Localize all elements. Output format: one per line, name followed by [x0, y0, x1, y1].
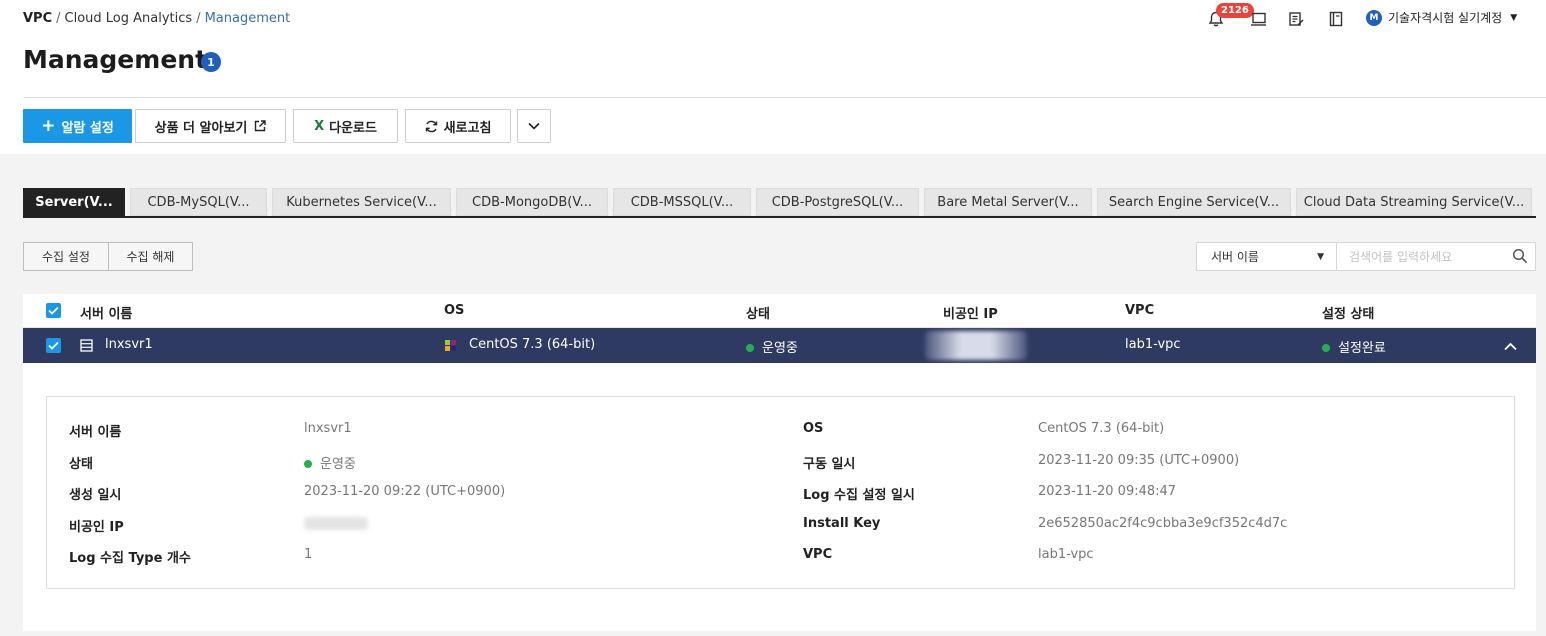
detail-label-log-setting-at: Log 수집 설정 일시	[803, 488, 915, 503]
info-badge[interactable]: 1	[201, 52, 221, 72]
tab-cloud-data-streaming-service[interactable]: Cloud Data Streaming Service(V...	[1296, 188, 1532, 216]
status-dot	[746, 343, 754, 352]
centos-icon	[444, 339, 457, 356]
detail-value-started-at: 2023-11-20 09:35 (UTC+0900)	[1038, 453, 1240, 468]
refresh-button[interactable]: 새로고침	[405, 109, 511, 143]
search-field-select[interactable]: 서버 이름 ▼	[1196, 242, 1337, 271]
detail-label-started-at: 구동 일시	[803, 457, 856, 472]
collect-set-button[interactable]: 수집 설정	[23, 242, 109, 271]
detail-value-private-ip-redacted	[304, 517, 368, 530]
header-divider	[23, 97, 1546, 98]
caret-down-icon: ▼	[1510, 12, 1518, 23]
table-row[interactable]: lnxsvr1 CentOS 7.3 (64-bit) 운영중 lab1-vpc…	[23, 328, 1536, 363]
guide-button[interactable]	[1325, 8, 1347, 30]
row-status: 운영중	[746, 337, 798, 356]
tab-cdb-mysql[interactable]: CDB-MySQL(V...	[130, 188, 267, 216]
detail-value-log-setting-at: 2023-11-20 09:48:47	[1038, 484, 1177, 499]
column-setting-status[interactable]: 설정 상태	[1322, 303, 1374, 322]
row-vpc: lab1-vpc	[1125, 337, 1181, 352]
detail-value-status: 운영중	[304, 453, 356, 472]
row-os: CentOS 7.3 (64-bit)	[469, 337, 596, 352]
caret-down-icon: ▼	[1317, 251, 1324, 262]
plus-icon: +	[41, 115, 56, 136]
detail-value-vpc: lab1-vpc	[1038, 547, 1094, 562]
tab-cdb-mongodb[interactable]: CDB-MongoDB(V...	[456, 188, 608, 216]
status-dot	[304, 459, 312, 468]
excel-icon: X	[314, 118, 325, 134]
alarm-setting-button[interactable]: + 알람 설정	[23, 109, 132, 143]
account-name: 기술자격시험 실기계정	[1388, 11, 1503, 25]
detail-label-created-at: 생성 일시	[69, 488, 122, 503]
column-vpc[interactable]: VPC	[1125, 303, 1154, 318]
learn-more-button[interactable]: 상품 더 알아보기	[135, 109, 286, 143]
detail-label-os: OS	[803, 421, 824, 436]
search-input[interactable]	[1337, 242, 1536, 271]
tab-server[interactable]: Server(V...	[23, 188, 125, 216]
tab-kubernetes-service[interactable]: Kubernetes Service(V...	[272, 188, 451, 216]
detail-label-log-type-count: Log 수집 Type 개수	[69, 551, 191, 566]
notes-button[interactable]	[1285, 8, 1307, 30]
download-label: 다운로드	[329, 120, 377, 136]
collapse-chevron-up-icon[interactable]	[1504, 340, 1517, 355]
row-checkbox[interactable]	[46, 338, 61, 353]
tab-cdb-mssql[interactable]: CDB-MSSQL(V...	[613, 188, 751, 216]
column-os[interactable]: OS	[444, 303, 464, 318]
detail-value-log-type-count: 1	[304, 547, 313, 562]
collect-unset-button[interactable]: 수집 해제	[108, 242, 193, 271]
column-private-ip[interactable]: 비공인 IP	[943, 303, 998, 322]
column-server-name[interactable]: 서버 이름	[80, 303, 132, 322]
more-options-button[interactable]	[517, 109, 551, 143]
detail-value-os: CentOS 7.3 (64-bit)	[1038, 421, 1165, 436]
tab-bare-metal-server[interactable]: Bare Metal Server(V...	[924, 188, 1092, 216]
search-field-value: 서버 이름	[1211, 250, 1259, 264]
learn-more-label: 상품 더 알아보기	[154, 120, 248, 136]
column-status[interactable]: 상태	[746, 303, 770, 322]
service-tabs: Server(V... CDB-MySQL(V... Kubernetes Se…	[23, 188, 1536, 218]
detail-label-vpc: VPC	[803, 547, 833, 562]
tab-cdb-postgresql[interactable]: CDB-PostgreSQL(V...	[756, 188, 919, 216]
detail-value-created-at: 2023-11-20 09:22 (UTC+0900)	[304, 484, 506, 499]
detail-value-install-key: 2e652850ac2f4c9cbba3e9cf352c4d7c	[1038, 516, 1288, 531]
refresh-label: 새로고침	[443, 120, 492, 136]
download-button[interactable]: X 다운로드	[293, 109, 398, 143]
detail-value-server-name: lnxsvr1	[304, 421, 352, 436]
console-button[interactable]	[1247, 8, 1269, 30]
row-private-ip-redacted	[925, 331, 1027, 360]
breadcrumb-management[interactable]: Management	[205, 11, 291, 26]
external-link-icon	[254, 120, 267, 132]
select-all-checkbox[interactable]	[46, 303, 61, 318]
setting-status-dot	[1322, 343, 1330, 352]
alarm-setting-label: 알람 설정	[61, 120, 114, 136]
table-header: 서버 이름 OS 상태 비공인 IP VPC 설정 상태	[23, 294, 1536, 328]
breadcrumb-vpc[interactable]: VPC	[23, 11, 52, 26]
chevron-down-icon	[528, 122, 540, 130]
page-title: Management	[23, 45, 208, 74]
book-icon	[1325, 8, 1347, 30]
detail-label-private-ip: 비공인 IP	[69, 520, 124, 535]
server-icon	[80, 339, 93, 356]
account-menu[interactable]: M 기술자격시험 실기계정 ▼	[1366, 9, 1517, 26]
detail-label-server-name: 서버 이름	[69, 425, 122, 440]
avatar: M	[1366, 9, 1382, 26]
row-server-name: lnxsvr1	[105, 337, 153, 352]
tab-search-engine-service[interactable]: Search Engine Service(V...	[1097, 188, 1291, 216]
detail-value-status-text: 운영중	[320, 457, 356, 472]
detail-label-install-key: Install Key	[803, 516, 881, 531]
monitor-icon	[1247, 8, 1269, 30]
detail-box	[46, 396, 1515, 589]
refresh-icon	[425, 120, 438, 133]
detail-label-status: 상태	[69, 457, 93, 472]
breadcrumb-cloud-log-analytics[interactable]: Cloud Log Analytics	[65, 11, 193, 26]
breadcrumb: VPC / Cloud Log Analytics / Management	[23, 11, 291, 26]
row-status-text: 운영중	[762, 341, 798, 356]
search-icon[interactable]	[1512, 248, 1528, 264]
row-setting-status: 설정완료	[1322, 337, 1386, 356]
edit-document-icon	[1285, 8, 1307, 30]
row-setting-status-text: 설정완료	[1338, 341, 1386, 356]
